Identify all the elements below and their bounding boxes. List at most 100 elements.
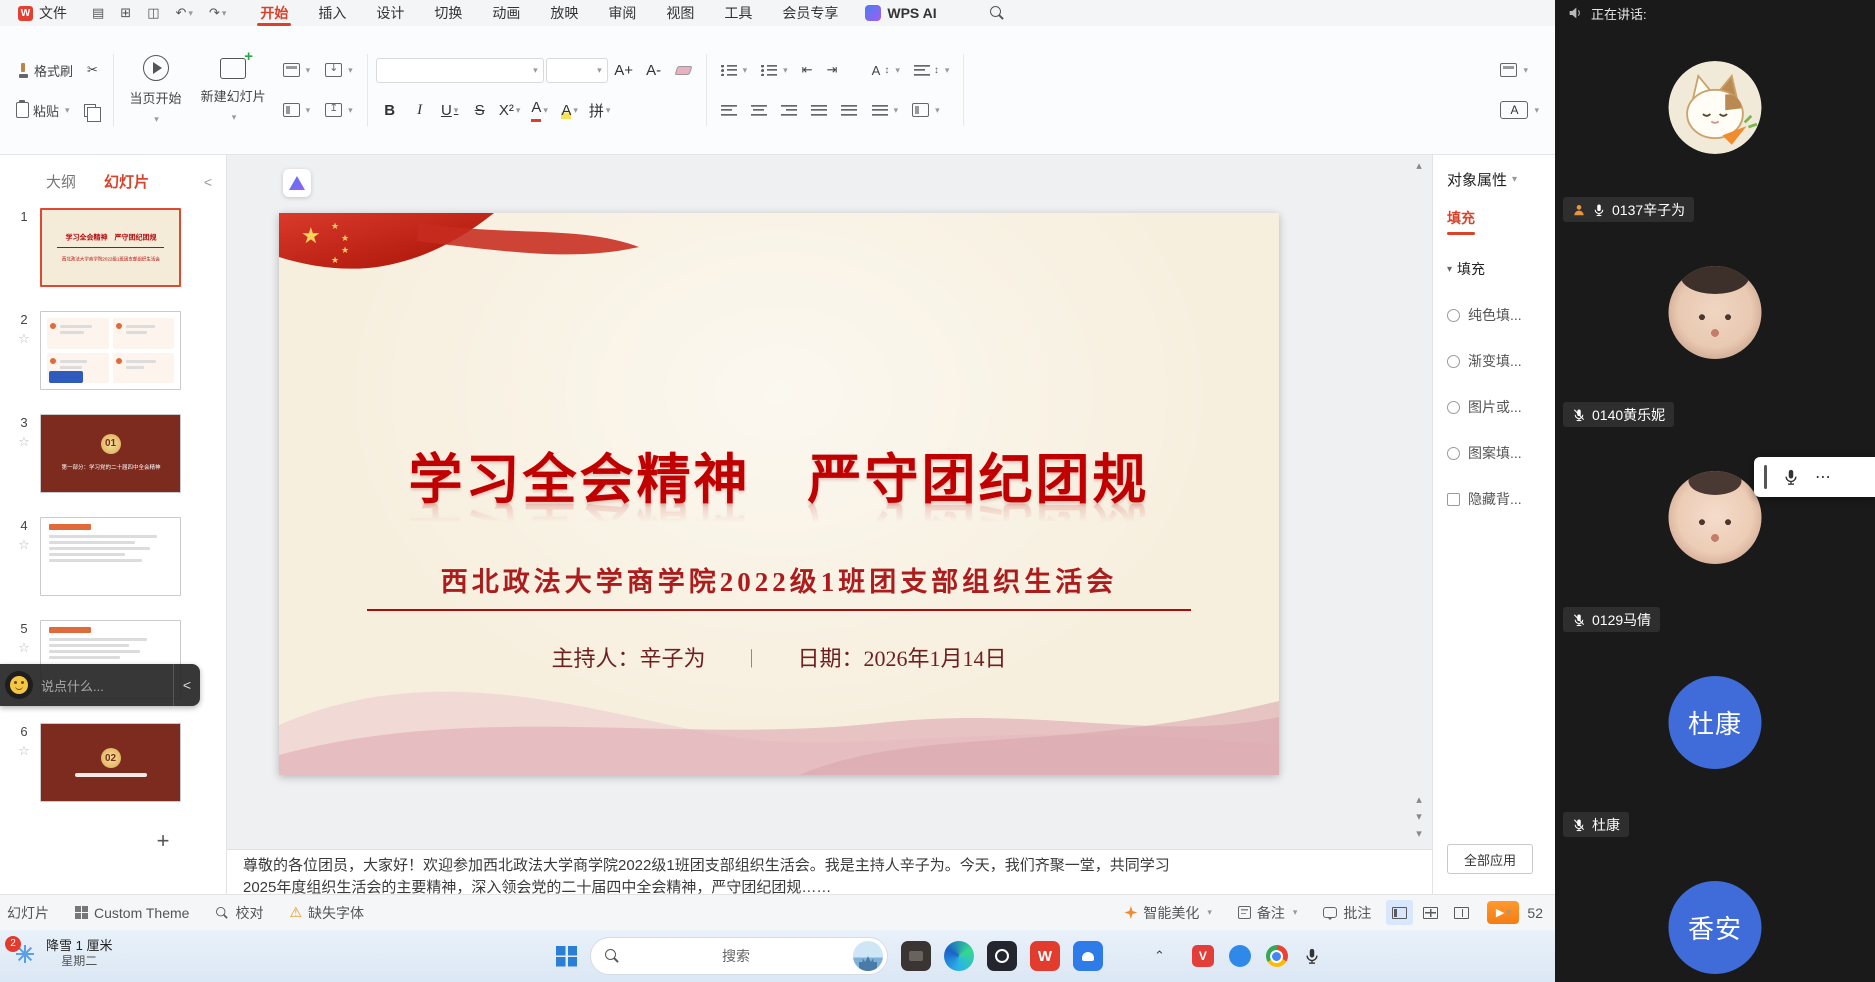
radio-icon[interactable] xyxy=(1447,401,1460,414)
tab-tools[interactable]: 工具 xyxy=(709,0,767,26)
font-color-button[interactable]: A xyxy=(526,97,554,123)
chat-input[interactable]: 说点什么... xyxy=(41,676,165,695)
line-spacing-button[interactable]: ↕ xyxy=(908,61,956,80)
tab-view[interactable]: 视图 xyxy=(651,0,709,26)
align-center-button[interactable] xyxy=(745,101,773,120)
tab-slideshow[interactable]: 放映 xyxy=(535,0,593,26)
wps-assistant-button[interactable] xyxy=(283,169,311,197)
comments-button[interactable]: 批注 xyxy=(1310,903,1384,923)
favorite-star-icon[interactable]: ☆ xyxy=(18,537,30,553)
redo-button[interactable]: ↷ xyxy=(202,5,233,21)
italic-button[interactable]: I xyxy=(406,97,434,123)
superscript-button[interactable]: X² xyxy=(496,97,524,123)
fill-option-gradient[interactable]: 渐变填... xyxy=(1447,351,1555,371)
fill-tab[interactable]: 填充 xyxy=(1447,208,1475,235)
pinyin-guide-button[interactable]: 拼 xyxy=(586,97,614,123)
fill-section-header[interactable]: ▾ 填充 xyxy=(1447,259,1555,279)
tray-icon-2[interactable] xyxy=(1229,945,1251,967)
slide-title[interactable]: 学习全会精神 严守团纪团规 xyxy=(279,435,1279,514)
speaker-notes[interactable]: 尊敬的各位团员，大家好！欢迎参加西北政法大学商学院2022级1班团支部组织生活会… xyxy=(227,849,1432,894)
collapse-panel-button[interactable]: < xyxy=(204,174,212,190)
chat-collapse-button[interactable]: < xyxy=(173,664,200,706)
video-tile[interactable]: 0140黄乐妮 xyxy=(1555,231,1875,436)
bullet-list-button[interactable] xyxy=(715,61,754,80)
increase-font-size-button[interactable]: A+ xyxy=(610,57,638,83)
more-options-button[interactable]: ⋯ xyxy=(1815,467,1832,487)
highlight-color-button[interactable]: A xyxy=(556,97,584,123)
video-tile[interactable]: 香安 xyxy=(1555,846,1875,982)
font-size-select[interactable] xyxy=(546,58,608,83)
scroll-down-button[interactable]: ▾ xyxy=(1416,826,1422,843)
justify-button[interactable] xyxy=(805,101,833,120)
tray-microphone-button[interactable] xyxy=(1303,947,1321,965)
underline-button[interactable]: U xyxy=(436,97,464,123)
align-right-button[interactable] xyxy=(775,101,803,120)
paragraph-spacing-button[interactable] xyxy=(866,101,905,120)
clear-format-button[interactable] xyxy=(670,57,698,83)
taskbar-search[interactable]: 搜索 xyxy=(590,937,888,975)
tab-insert[interactable]: 插入 xyxy=(303,0,361,26)
increase-indent-button[interactable]: ⇥ xyxy=(821,58,844,82)
fill-option-pattern[interactable]: 图案填... xyxy=(1447,443,1555,463)
tab-transition[interactable]: 切换 xyxy=(419,0,477,26)
slide-layout-button[interactable] xyxy=(277,59,317,81)
taskbar-app-photos[interactable] xyxy=(901,941,931,971)
export-slides-button[interactable] xyxy=(319,99,359,121)
paste-button[interactable]: 粘贴 xyxy=(10,97,76,124)
notes-toggle-button[interactable]: 备注 xyxy=(1225,903,1311,923)
outline-tab[interactable]: 大纲 xyxy=(46,171,76,192)
vertical-scrollbar[interactable]: ▴ ▴ ▾ ▾ xyxy=(1410,158,1428,843)
slide-section-button[interactable] xyxy=(277,99,317,121)
taskbar-app-wps[interactable]: W xyxy=(1030,941,1060,971)
tab-design[interactable]: 设计 xyxy=(361,0,419,26)
cut-button[interactable]: ✂ xyxy=(81,58,104,82)
text-tools-button[interactable]: A xyxy=(1494,97,1545,123)
new-slide-button[interactable]: 新建幻灯片 xyxy=(193,52,274,128)
favorite-star-icon[interactable]: ☆ xyxy=(18,331,30,347)
windows-start-button[interactable] xyxy=(556,946,577,967)
custom-theme-button[interactable]: Custom Theme xyxy=(62,905,202,921)
numbered-list-button[interactable] xyxy=(755,61,794,80)
add-slide-button[interactable]: + xyxy=(100,828,226,854)
align-left-button[interactable] xyxy=(715,101,743,120)
reading-view-button[interactable] xyxy=(1448,900,1475,925)
columns-button[interactable] xyxy=(906,99,946,121)
tab-home[interactable]: 开始 xyxy=(245,0,303,26)
smart-beautify-button[interactable]: 智能美化 xyxy=(1111,903,1225,923)
video-tile[interactable]: 0137辛子为 xyxy=(1555,26,1875,231)
favorite-star-icon[interactable]: ☆ xyxy=(18,743,30,759)
weather-widget[interactable]: 2 降雪 1 厘米 星期二 xyxy=(14,938,112,969)
print-button[interactable]: ⊞ xyxy=(113,5,138,21)
distribute-button[interactable] xyxy=(835,101,863,120)
radio-icon[interactable] xyxy=(1447,355,1460,368)
decrease-font-size-button[interactable]: A- xyxy=(640,57,668,83)
scroll-up-button[interactable]: ▴ xyxy=(1416,158,1422,175)
format-painter-button[interactable]: 格式刷 xyxy=(10,57,79,84)
copy-button[interactable] xyxy=(78,100,105,121)
tab-membership[interactable]: 会员专享 xyxy=(767,0,853,26)
fill-option-solid[interactable]: 纯色填... xyxy=(1447,305,1555,325)
taskbar-app-edge[interactable] xyxy=(944,941,974,971)
mic-volume-popup[interactable]: ⋯ xyxy=(1754,457,1875,497)
radio-icon[interactable] xyxy=(1447,309,1460,322)
slide-thumbnail-2[interactable] xyxy=(40,311,181,390)
slide-thumbnail-3[interactable]: 01 第一部分：学习党的二十届四中全会精神 xyxy=(40,414,181,493)
missing-font-button[interactable]: ⚠ 缺失字体 xyxy=(276,903,377,923)
taskbar-app-cloud[interactable] xyxy=(1073,941,1103,971)
video-tile[interactable]: 杜康 杜康 xyxy=(1555,641,1875,846)
wps-ai-button[interactable]: WPS AI xyxy=(865,5,936,21)
import-slides-button[interactable] xyxy=(319,59,359,81)
apply-to-all-button[interactable]: 全部应用 xyxy=(1447,844,1533,874)
slide-thumbnail-6[interactable]: 02 xyxy=(40,723,181,802)
start-from-current-slide-button[interactable]: 当页开始 xyxy=(122,52,190,128)
bold-button[interactable]: B xyxy=(376,97,404,123)
volume-slider[interactable] xyxy=(1764,465,1767,489)
print-preview-button[interactable]: ◫ xyxy=(140,5,166,21)
tray-icon-1[interactable]: V xyxy=(1192,945,1214,967)
slide-thumbnail-1[interactable]: 学习全会精神 严守团纪团规 西北政法大学商学院2022级1班团支部组织生活会 xyxy=(40,208,181,287)
previous-slide-button[interactable]: ▴ xyxy=(1416,792,1422,809)
menubar-search-button[interactable] xyxy=(983,6,1011,20)
slide-subtitle[interactable]: 西北政法大学商学院2022级1班团支部组织生活会 xyxy=(279,560,1279,599)
decrease-indent-button[interactable]: ⇤ xyxy=(796,58,819,82)
fill-option-hide-background[interactable]: 隐藏背... xyxy=(1447,489,1555,509)
